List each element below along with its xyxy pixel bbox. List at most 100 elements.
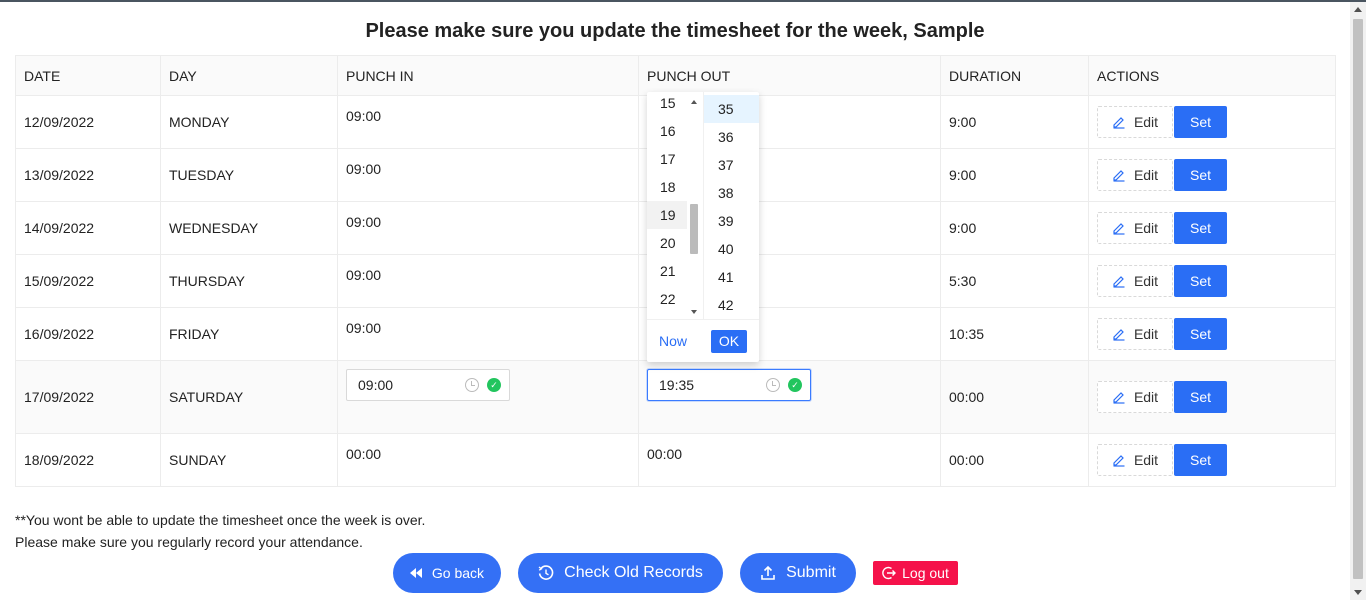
date-cell: 18/09/2022 <box>15 433 161 487</box>
date-cell: 14/09/2022 <box>15 201 161 255</box>
duration-cell: 9:00 <box>940 95 1089 149</box>
scroll-down-arrow-icon[interactable] <box>691 310 697 314</box>
edit-button[interactable]: Edit <box>1097 106 1173 138</box>
hour-option[interactable]: 21 <box>647 257 687 285</box>
minute-option[interactable]: 41 <box>704 263 759 291</box>
duration-cell: 5:30 <box>940 254 1089 308</box>
rewind-icon <box>409 568 422 578</box>
day-cell: SATURDAY <box>160 360 338 434</box>
actions-cell: Edit Set <box>1088 95 1336 149</box>
scroll-up-arrow-icon[interactable] <box>691 100 697 104</box>
edit-label: Edit <box>1133 114 1159 130</box>
page-scroll-down-icon[interactable] <box>1354 590 1362 595</box>
table-header-row: DATE DAY PUNCH IN PUNCH OUT DURATION ACT… <box>15 55 1336 96</box>
page-scrollbar-thumb[interactable] <box>1353 19 1363 579</box>
header-punch-in: PUNCH IN <box>337 55 639 96</box>
edit-button[interactable]: Edit <box>1097 159 1173 191</box>
go-back-label: Go back <box>431 565 485 581</box>
punch-in-value: 09:00 <box>346 320 382 336</box>
date-cell: 15/09/2022 <box>15 254 161 308</box>
page-scroll-up-icon[interactable] <box>1354 7 1362 12</box>
edit-pencil-icon <box>1112 453 1126 467</box>
hour-option[interactable]: 15 <box>647 92 687 117</box>
history-icon <box>538 565 554 581</box>
punch-out-cell: 19:35 ✓ <box>638 360 941 434</box>
time-picker-footer: Now OK <box>647 319 759 362</box>
punch-in-value: 09:00 <box>346 108 382 124</box>
minute-option[interactable]: 35 <box>704 95 759 123</box>
ok-button[interactable]: OK <box>711 330 747 353</box>
day-cell: TUESDAY <box>160 148 338 202</box>
logout-icon <box>882 566 897 580</box>
minute-option[interactable]: 40 <box>704 235 759 263</box>
duration-cell: 10:35 <box>940 307 1089 361</box>
edit-label: Edit <box>1133 273 1159 289</box>
day-cell: THURSDAY <box>160 254 338 308</box>
set-button[interactable]: Set <box>1174 159 1227 191</box>
set-button[interactable]: Set <box>1174 381 1227 413</box>
hour-option[interactable]: 17 <box>647 145 687 173</box>
check-circle-icon: ✓ <box>487 378 501 392</box>
scrollbar-thumb[interactable] <box>690 204 698 254</box>
edit-button[interactable]: Edit <box>1097 381 1173 413</box>
page-title: Please make sure you update the timeshee… <box>365 20 985 42</box>
minute-column[interactable]: 35 36 37 38 39 40 41 42 <box>703 92 759 319</box>
page: Please make sure you update the timeshee… <box>0 0 1350 600</box>
actions-cell: Edit Set <box>1088 433 1336 487</box>
hour-option[interactable]: 19 <box>647 201 687 229</box>
set-button[interactable]: Set <box>1174 265 1227 297</box>
header-actions: ACTIONS <box>1088 55 1336 96</box>
edit-label: Edit <box>1133 326 1159 342</box>
clock-icon <box>465 378 479 392</box>
punch-out-cell: 00:00 <box>638 433 941 487</box>
note-line-2: Please make sure you regularly record yo… <box>15 534 363 550</box>
submit-label: Submit <box>786 564 836 581</box>
edit-label: Edit <box>1133 167 1159 183</box>
log-out-button[interactable]: Log out <box>873 561 958 585</box>
punch-in-value: 09:00 <box>358 377 394 393</box>
edit-button[interactable]: Edit <box>1097 318 1173 350</box>
punch-out-value: 00:00 <box>647 446 683 462</box>
edit-button[interactable]: Edit <box>1097 265 1173 297</box>
minute-option[interactable]: 36 <box>704 123 759 151</box>
hour-option[interactable]: 16 <box>647 117 687 145</box>
header-day: DAY <box>160 55 338 96</box>
set-button[interactable]: Set <box>1174 212 1227 244</box>
duration-cell: 00:00 <box>940 360 1089 434</box>
edit-pencil-icon <box>1112 327 1126 341</box>
edit-button[interactable]: Edit <box>1097 444 1173 476</box>
submit-button[interactable]: Submit <box>740 553 856 593</box>
set-button[interactable]: Set <box>1174 444 1227 476</box>
duration-cell: 9:00 <box>940 148 1089 202</box>
hour-option[interactable]: 22 <box>647 285 687 313</box>
minute-option[interactable]: 42 <box>704 291 759 319</box>
edit-pencil-icon <box>1112 168 1126 182</box>
punch-in-cell: 09:00 <box>337 95 639 149</box>
set-button[interactable]: Set <box>1174 318 1227 350</box>
hour-scrollbar[interactable] <box>689 98 699 316</box>
minute-option[interactable]: 37 <box>704 151 759 179</box>
punch-in-value: 09:00 <box>346 161 382 177</box>
minute-option[interactable]: 39 <box>704 207 759 235</box>
punch-in-time-input[interactable]: 09:00 ✓ <box>346 369 510 401</box>
day-cell: SUNDAY <box>160 433 338 487</box>
set-button[interactable]: Set <box>1174 106 1227 138</box>
page-scrollbar[interactable] <box>1350 2 1366 600</box>
now-link[interactable]: Now <box>659 333 687 349</box>
duration-cell: 9:00 <box>940 201 1089 255</box>
actions-cell: Edit Set <box>1088 307 1336 361</box>
edit-pencil-icon <box>1112 221 1126 235</box>
actions-cell: Edit Set <box>1088 254 1336 308</box>
edit-button[interactable]: Edit <box>1097 212 1173 244</box>
punch-in-cell: 09:00 <box>337 201 639 255</box>
punch-out-time-input[interactable]: 19:35 ✓ <box>647 369 811 401</box>
hour-option[interactable]: 18 <box>647 173 687 201</box>
actions-cell: Edit Set <box>1088 201 1336 255</box>
check-old-records-button[interactable]: Check Old Records <box>518 553 723 593</box>
table-row: 17/09/2022 SATURDAY 09:00 ✓ 19:35 ✓ 00:0… <box>15 360 1336 434</box>
minute-option[interactable]: 38 <box>704 179 759 207</box>
punch-in-cell: 00:00 <box>337 433 639 487</box>
header-punch-out: PUNCH OUT <box>638 55 941 96</box>
go-back-button[interactable]: Go back <box>393 553 501 593</box>
hour-option[interactable]: 20 <box>647 229 687 257</box>
